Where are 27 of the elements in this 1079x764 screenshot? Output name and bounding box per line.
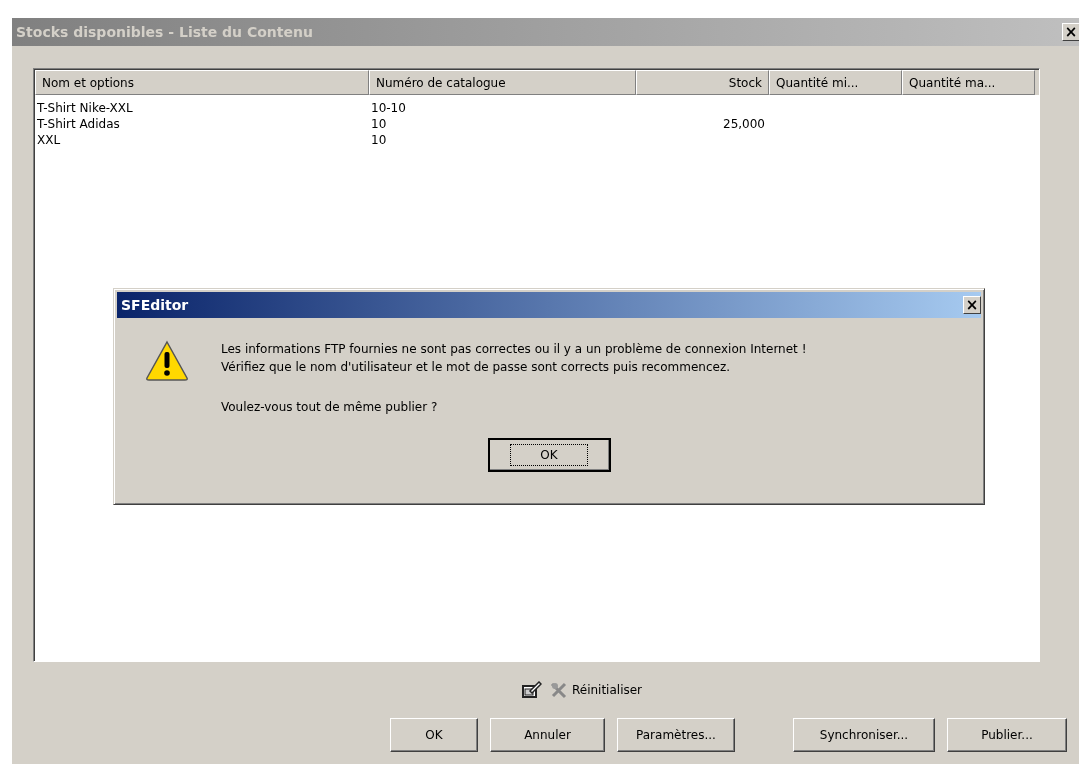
window-title: Stocks disponibles - Liste du Contenu: [16, 24, 314, 40]
dialog-button[interactable]: Publier...: [947, 718, 1067, 752]
column-header[interactable]: Numéro de catalogue: [369, 70, 636, 95]
dialog-button[interactable]: Paramètres...: [617, 718, 735, 752]
dialog-title: SFEditor: [121, 297, 190, 313]
column-header[interactable]: Stock: [636, 70, 769, 95]
dialog-button[interactable]: OK: [390, 718, 478, 752]
table-cell-text: 10-10: [370, 101, 407, 115]
table-cell-text: 10: [370, 133, 388, 147]
edit-icon[interactable]: [521, 681, 542, 699]
column-header[interactable]: Quantité mi...: [769, 70, 902, 95]
dialog-button[interactable]: Annuler: [490, 718, 605, 752]
table-cell-text: XXL: [36, 133, 62, 147]
reset-label[interactable]: Réinitialiser: [571, 683, 643, 697]
column-header[interactable]: Nom et options: [35, 70, 369, 95]
close-button[interactable]: ×: [963, 296, 981, 314]
message-text: Les informations FTP fournies ne sont pas correctes ou il y a un problème de connexion Internet !: [221, 341, 807, 358]
message-text: Vérifiez que le nom d'utilisateur et le mot de passe sont corrects puis recommencez.: [221, 359, 731, 376]
table-cell-text: 25,000: [722, 117, 766, 131]
table-cell-text: T-Shirt Nike-XXL: [36, 101, 134, 115]
ok-button[interactable]: OK: [487, 438, 611, 472]
question-text: Voulez-vous tout de même publier ?: [221, 399, 439, 416]
column-header[interactable]: Quantité ma...: [902, 70, 1035, 95]
table-cell-text: 10: [370, 117, 388, 131]
warning-icon: [145, 340, 189, 382]
table-cell-text: T-Shirt Adidas: [36, 117, 121, 131]
dialog-button[interactable]: Synchroniser...: [793, 718, 935, 752]
